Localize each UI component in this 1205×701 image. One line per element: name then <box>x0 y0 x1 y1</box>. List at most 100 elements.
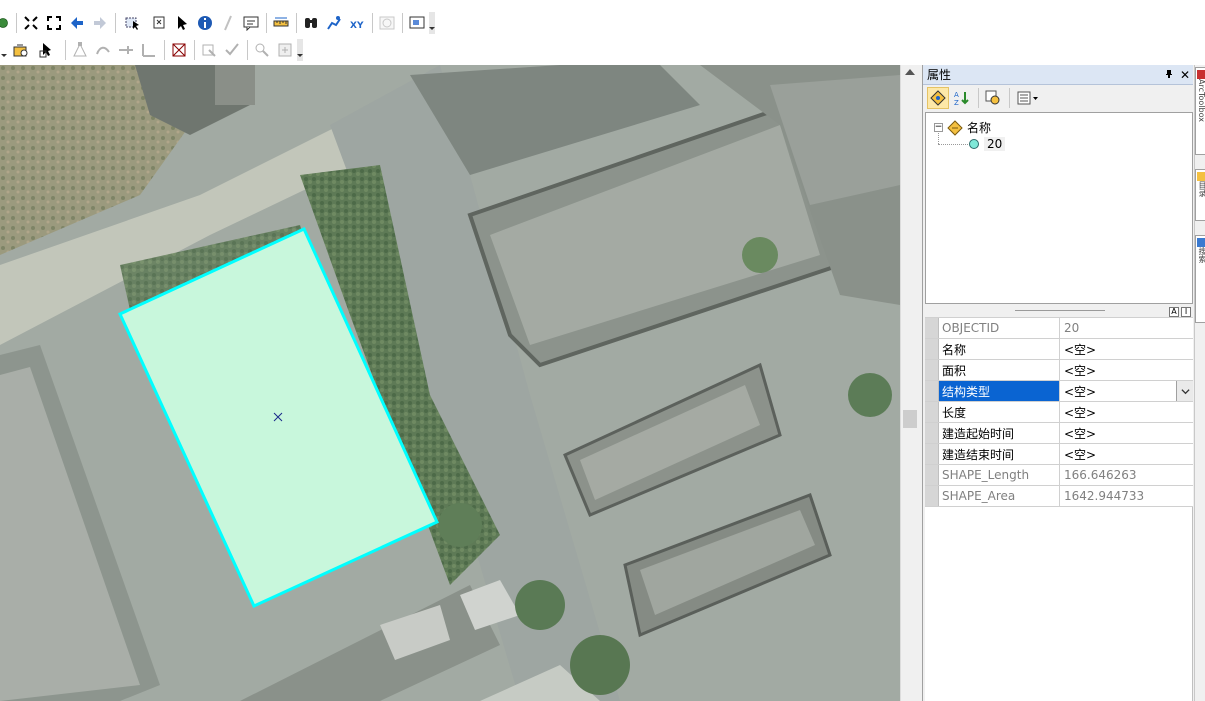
tree-child-node[interactable]: 20 <box>968 137 1006 151</box>
measure-icon[interactable] <box>270 12 292 34</box>
field-name: 结构类型 <box>939 381 1060 401</box>
find-icon[interactable] <box>300 12 322 34</box>
separator <box>115 13 116 33</box>
field-value: 166.646263 <box>1064 468 1137 482</box>
create-features-icon[interactable] <box>274 39 296 61</box>
splitter-grip <box>1015 310 1105 311</box>
aerial-imagery <box>0 65 900 701</box>
field-name: 建造结束时间 <box>939 444 1060 464</box>
go-to-xy-icon[interactable]: XY <box>346 12 368 34</box>
separator <box>65 40 66 60</box>
select-elements-icon[interactable] <box>171 12 193 34</box>
tools-toolbar: XY <box>0 10 445 36</box>
field-value[interactable]: <空> <box>1060 360 1193 380</box>
map-view[interactable] <box>0 65 900 701</box>
tab-catalog[interactable]: 目录 <box>1195 169 1205 221</box>
catalog-icon <box>1197 172 1205 181</box>
tree-root-label: 名称 <box>967 121 992 135</box>
attributes-tool-icon[interactable] <box>198 39 220 61</box>
panel-toolbar: AZ <box>923 85 1193 111</box>
chevron-down-icon[interactable] <box>1176 381 1193 401</box>
split-icon[interactable] <box>138 39 160 61</box>
editor-menu-icon[interactable] <box>8 39 32 61</box>
rotate-icon[interactable] <box>168 39 190 61</box>
close-icon[interactable]: ✕ <box>1177 68 1193 82</box>
toolbar-options-icon[interactable] <box>297 39 303 61</box>
svg-text:Z: Z <box>954 99 959 106</box>
field-value-dropdown[interactable]: <空> <box>1060 381 1193 401</box>
topology-icon[interactable] <box>251 39 273 61</box>
layer-icon <box>947 119 963 136</box>
clear-selection-icon[interactable] <box>148 12 170 34</box>
field-value[interactable]: <空> <box>1060 402 1193 422</box>
sort-alpha-icon[interactable]: I <box>1181 307 1191 317</box>
tab-arctoolbox[interactable]: ArcToolbox <box>1195 67 1205 155</box>
forward-arrow-icon[interactable] <box>89 12 111 34</box>
show-related-icon[interactable] <box>982 87 1004 109</box>
tree-root-node[interactable]: − 名称 <box>934 119 991 136</box>
field-value[interactable]: <空> <box>1060 423 1193 443</box>
attribute-row[interactable]: 面积 <空> <box>925 360 1193 381</box>
attribute-row[interactable]: 建造起始时间 <空> <box>925 423 1193 444</box>
attribute-row: SHAPE_Length 166.646263 <box>925 465 1193 486</box>
edit-tool-icon[interactable] <box>33 39 61 61</box>
tree-child-label: 20 <box>984 137 1006 151</box>
separator <box>164 40 165 60</box>
feature-tree[interactable]: − 名称 20 <box>925 112 1193 304</box>
field-name: 建造起始时间 <box>939 423 1060 443</box>
scroll-up-icon[interactable] <box>905 69 915 75</box>
create-viewer-window-icon[interactable] <box>406 12 428 34</box>
toolbox-icon <box>1197 70 1205 79</box>
identify-icon[interactable] <box>194 12 216 34</box>
separator <box>194 40 195 60</box>
attribute-row: OBJECTID 20 <box>925 318 1193 339</box>
list-by-layer-icon[interactable] <box>927 87 949 109</box>
attribute-grid: OBJECTID 20 名称 <空> 面积 <空> 结构类型 <空> 长度 <空… <box>925 317 1193 507</box>
pin-icon[interactable] <box>1161 68 1177 82</box>
sort-icon[interactable]: AZ <box>951 87 973 109</box>
select-features-icon[interactable] <box>119 12 147 34</box>
attribute-row[interactable]: 建造结束时间 <空> <box>925 444 1193 465</box>
attribute-row: SHAPE_Area 1642.944733 <box>925 486 1193 507</box>
scroll-thumb[interactable] <box>903 410 917 428</box>
field-value[interactable]: <空> <box>1060 339 1193 359</box>
field-name: SHAPE_Length <box>939 465 1060 485</box>
edit-vertices-icon[interactable] <box>69 39 91 61</box>
time-slider-icon[interactable] <box>376 12 398 34</box>
dock-tabs: ArcToolbox 目录 搜索 <box>1194 65 1205 701</box>
panel-title-bar: 属性 ✕ <box>923 65 1193 85</box>
editor-toolbar <box>0 37 320 63</box>
map-vertical-scrollbar[interactable] <box>900 65 918 701</box>
sort-ascending-icon[interactable]: A <box>1169 307 1179 317</box>
back-arrow-icon[interactable] <box>66 12 88 34</box>
toolbar-options-icon[interactable] <box>429 12 435 34</box>
field-value: <空> <box>1064 384 1097 399</box>
field-name: 面积 <box>939 360 1060 380</box>
attribute-row[interactable]: 名称 <空> <box>925 339 1193 360</box>
options-menu-icon[interactable] <box>1013 87 1043 109</box>
attribute-grid-empty <box>925 507 1193 701</box>
toolbar-options-icon[interactable] <box>0 39 8 61</box>
separator <box>1009 88 1010 108</box>
globe-icon[interactable] <box>0 12 12 34</box>
sketch-properties-icon[interactable] <box>221 39 243 61</box>
field-value: 20 <box>1064 321 1080 335</box>
field-name: 长度 <box>939 402 1060 422</box>
hyperlink-icon[interactable] <box>217 12 239 34</box>
reshape-icon[interactable] <box>92 39 114 61</box>
html-popup-icon[interactable] <box>240 12 262 34</box>
tab-search[interactable]: 搜索 <box>1195 235 1205 323</box>
search-icon <box>1197 238 1205 247</box>
attribute-row[interactable]: 长度 <空> <box>925 402 1193 423</box>
fixed-zoom-in-icon[interactable] <box>20 12 42 34</box>
find-route-icon[interactable] <box>323 12 345 34</box>
separator <box>16 13 17 33</box>
cut-polygons-icon[interactable] <box>115 39 137 61</box>
attribute-row-selected[interactable]: 结构类型 <空> <box>925 381 1193 402</box>
field-value[interactable]: <空> <box>1060 444 1193 464</box>
separator <box>266 13 267 33</box>
field-name: SHAPE_Area <box>939 486 1060 506</box>
svg-text:A: A <box>954 91 959 99</box>
fixed-zoom-out-icon[interactable] <box>43 12 65 34</box>
svg-text:XY: XY <box>350 21 364 31</box>
